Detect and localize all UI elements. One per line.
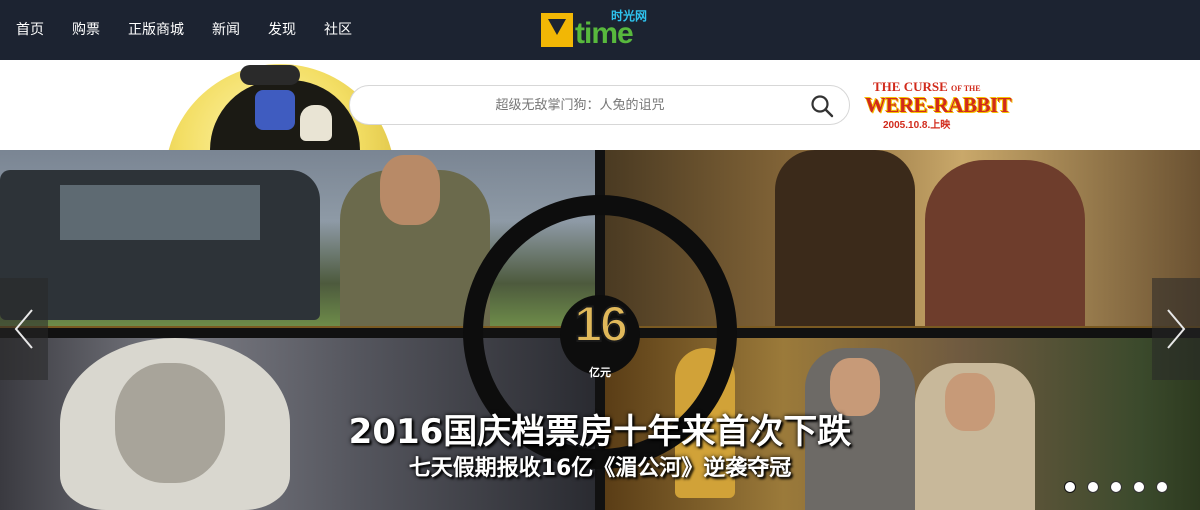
logo-cn-name: 时光网: [611, 9, 648, 23]
chevron-right-icon: [1167, 309, 1186, 349]
box-office-number: 16: [573, 296, 629, 352]
carousel-prev-button[interactable]: [0, 278, 48, 380]
carousel-dot-2[interactable]: [1087, 481, 1099, 493]
promo-title-line2: WERE-RABBIT: [865, 93, 1012, 117]
nav-item-news[interactable]: 新闻: [212, 0, 240, 60]
search-input[interactable]: [370, 94, 790, 116]
carousel-next-button[interactable]: [1152, 278, 1200, 380]
promo-gromit-figure: [300, 105, 332, 141]
nav-item-community[interactable]: 社区: [324, 0, 352, 60]
mtime-logo[interactable]: time 时光网: [541, 9, 661, 51]
couple-woman-figure: [925, 160, 1085, 328]
promo-rabbit-silhouette: [240, 65, 300, 85]
nav-item-discover[interactable]: 发现: [268, 0, 296, 60]
nav-item-mall[interactable]: 正版商城: [128, 0, 184, 60]
hero-headline[interactable]: 2016国庆档票房十年来首次下跌: [0, 412, 1200, 452]
logo-m-mark: [541, 13, 573, 47]
carousel-pagination: [1064, 481, 1179, 493]
top-navigation-bar: 首页 购票 正版商城 新闻 发现 社区 time 时光网: [0, 0, 1200, 60]
carousel-dot-4[interactable]: [1133, 481, 1145, 493]
soldier-head: [380, 155, 440, 225]
nav-item-tickets[interactable]: 购票: [72, 0, 100, 60]
nav-item-home[interactable]: 首页: [16, 0, 44, 60]
search-band: THE CURSE OF THE WERE-RABBIT 2005.10.8.上…: [0, 60, 1200, 150]
hero-carousel[interactable]: 16 亿元 2016国庆档票房十年来首次下跌 七天假期报收16亿《湄公河》逆袭夺…: [0, 150, 1200, 510]
jeep-window: [60, 185, 260, 240]
main-nav: 首页 购票 正版商城 新闻 发现 社区: [0, 0, 380, 60]
man-in-grey-face: [830, 358, 880, 416]
promo-title-the-curse: THE CURSE: [873, 79, 948, 94]
promo-movie-title[interactable]: THE CURSE OF THE WERE-RABBIT 2005.10.8.上…: [863, 79, 1012, 138]
carousel-dot-1[interactable]: [1064, 481, 1076, 493]
promo-wallace-figure: [255, 90, 295, 130]
carousel-dot-3[interactable]: [1110, 481, 1122, 493]
carousel-dot-5[interactable]: [1156, 481, 1168, 493]
hero-subline[interactable]: 七天假期报收16亿《湄公河》逆袭夺冠: [0, 454, 1200, 484]
box-office-unit: 亿元: [589, 366, 611, 379]
chevron-left-icon: [14, 309, 33, 349]
promo-title-of-the: OF THE: [951, 84, 981, 93]
promo-release-date: 2005.10.8.上映: [883, 120, 951, 131]
search-box: [349, 85, 850, 125]
couple-man-figure: [775, 150, 915, 328]
search-icon[interactable]: [809, 93, 835, 119]
